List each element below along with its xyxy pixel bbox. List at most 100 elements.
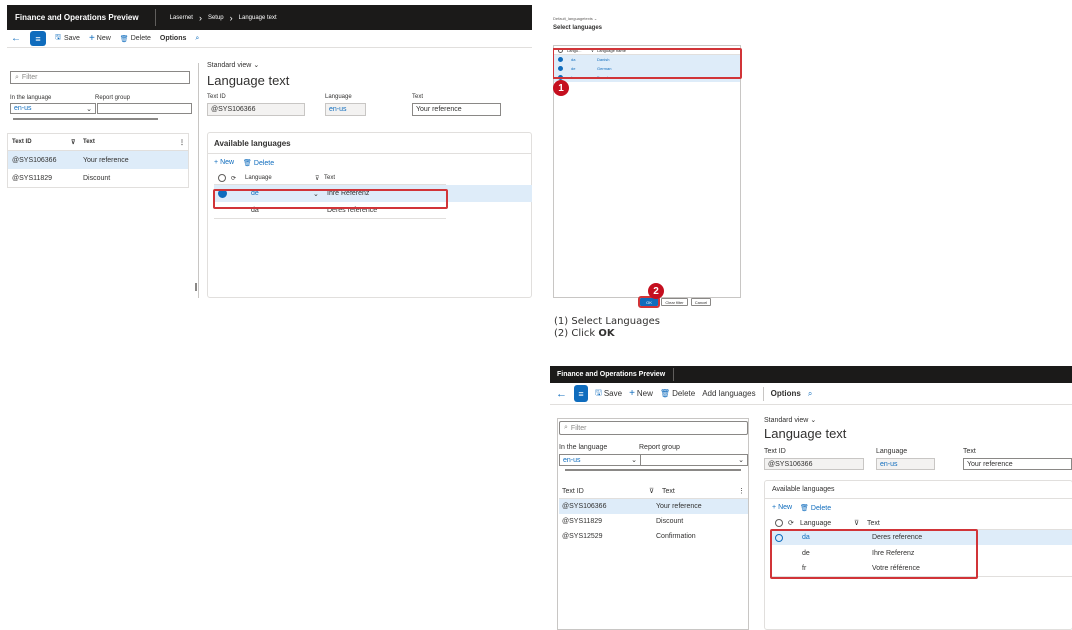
- view-selector[interactable]: Standard view ⌄: [207, 61, 259, 69]
- back-arrow-icon[interactable]: ←: [556, 388, 567, 400]
- section-divider: [208, 153, 531, 154]
- in-language-value: en-us: [563, 456, 581, 464]
- dialog-subtitle-text: Default_languagetexts: [553, 16, 593, 21]
- report-group-select[interactable]: ⌄: [640, 454, 748, 466]
- filter-icon[interactable]: ⊽: [649, 487, 662, 495]
- plus-icon: +: [88, 33, 95, 44]
- new-label: New: [636, 389, 653, 398]
- available-languages-section: Available languages + New 🗑 Delete ⟳ Langu…: [207, 132, 532, 298]
- details-pane: Standard view ⌄ Language text Text ID @S…: [763, 410, 1072, 630]
- caption-line-2-bold: OK: [598, 328, 615, 339]
- in-language-select[interactable]: en-us ⌄: [10, 103, 96, 114]
- delete-button[interactable]: 🗑 Delete: [120, 35, 151, 43]
- title-bar: Finance and Operations Preview: [550, 366, 1072, 383]
- plus-icon: +: [629, 388, 635, 399]
- list-item-text: Your reference: [656, 503, 702, 510]
- more-vertical-icon[interactable]: ⋮: [738, 487, 748, 495]
- save-label: Save: [63, 35, 80, 42]
- dialog-grid: Langu... ⊽ Language name da Danish de Ge…: [553, 45, 741, 298]
- save-label: Save: [603, 389, 623, 398]
- list-item[interactable]: @SYS106366 Your reference: [8, 151, 188, 169]
- step-badge-1: 1: [553, 80, 569, 96]
- list-item[interactable]: @SYS11829 Discount: [559, 514, 748, 529]
- view-name: Standard view: [764, 417, 809, 424]
- hamburger-menu-button[interactable]: ≡: [574, 385, 588, 402]
- report-group-input[interactable]: [97, 103, 192, 114]
- save-button[interactable]: 🖫 Save: [55, 33, 80, 44]
- in-language-select[interactable]: en-us ⌄: [559, 454, 641, 466]
- filter-placeholder: Filter: [570, 424, 587, 432]
- select-all-radio[interactable]: [218, 174, 226, 182]
- search-icon[interactable]: ⌕: [808, 389, 812, 399]
- text-field[interactable]: Your reference: [412, 103, 501, 116]
- language-field: en-us: [325, 103, 366, 116]
- column-header-text-id[interactable]: Text ID: [559, 488, 649, 495]
- splitter-handle[interactable]: [195, 283, 197, 291]
- filter-placeholder: Filter: [21, 74, 38, 81]
- section-new-button[interactable]: + New: [772, 504, 792, 511]
- screenshot-before: Finance and Operations Preview Lasernet …: [7, 5, 532, 298]
- options-button[interactable]: Options: [160, 35, 186, 42]
- caption-line-2-prefix: (2) Click: [554, 328, 599, 339]
- delete-button[interactable]: 🗑 Delete: [660, 389, 695, 398]
- delete-label: Delete: [130, 35, 151, 42]
- refresh-icon[interactable]: ⟳: [231, 175, 245, 182]
- list-item[interactable]: @SYS12529 Confirmation: [559, 529, 748, 544]
- ok-button[interactable]: OK: [638, 296, 660, 308]
- section-delete-button[interactable]: 🗑 Delete: [800, 504, 831, 513]
- save-button[interactable]: 🖫 Save: [595, 387, 622, 401]
- new-label: New: [96, 35, 111, 42]
- column-header-language[interactable]: Language: [245, 175, 315, 181]
- clear-filter-button[interactable]: Clear filter: [661, 298, 688, 306]
- list-item[interactable]: @SYS106366 Your reference: [559, 499, 748, 514]
- action-pane: ← ≡ 🖫 Save + New 🗑 Delete Options ⌕: [7, 30, 532, 48]
- breadcrumb-item-lasernet[interactable]: Lasernet: [170, 15, 193, 21]
- breadcrumb-item-setup[interactable]: Setup: [208, 15, 224, 21]
- add-languages-button[interactable]: Add languages: [702, 389, 755, 398]
- section-new-button[interactable]: + New: [214, 159, 234, 166]
- column-header-text[interactable]: Text: [867, 520, 880, 527]
- title-separator: [154, 9, 156, 26]
- section-new-label: New: [220, 159, 235, 166]
- column-header-text[interactable]: Text: [83, 139, 95, 145]
- filter-icon[interactable]: ⊽: [854, 519, 867, 527]
- view-selector[interactable]: Standard view ⌄: [764, 416, 816, 424]
- section-delete-button[interactable]: 🗑 Delete: [243, 159, 274, 168]
- chevron-right-icon: ›: [198, 12, 202, 23]
- search-icon[interactable]: ⌕: [195, 35, 199, 43]
- select-all-radio[interactable]: [775, 519, 783, 527]
- text-id-label: Text ID: [764, 448, 786, 455]
- delete-label: Delete: [672, 389, 696, 398]
- language-field: en-us: [876, 458, 935, 470]
- chevron-down-icon: ⌄: [253, 62, 260, 69]
- column-header-text[interactable]: Text: [324, 175, 335, 181]
- column-header-text[interactable]: Text: [662, 488, 675, 495]
- refresh-icon[interactable]: ⟳: [788, 519, 800, 527]
- text-id-field: @SYS106366: [207, 103, 305, 116]
- new-button[interactable]: + New: [629, 388, 653, 399]
- cancel-button[interactable]: Cancel: [691, 298, 711, 306]
- search-icon: ⌕: [564, 424, 568, 431]
- list-item[interactable]: @SYS11829 Discount: [8, 169, 188, 187]
- new-button[interactable]: + New: [89, 33, 111, 44]
- horizontal-scrollbar[interactable]: [13, 118, 158, 120]
- view-name: Standard view: [207, 62, 252, 69]
- filter-icon[interactable]: ⊽: [315, 175, 324, 182]
- back-arrow-icon[interactable]: ←: [11, 33, 21, 44]
- filter-input[interactable]: ⌕ Filter: [559, 421, 748, 435]
- hamburger-menu-button[interactable]: ≡: [30, 31, 46, 46]
- more-vertical-icon[interactable]: ⋮: [179, 139, 188, 146]
- filter-input[interactable]: ⌕ Filter: [10, 71, 190, 84]
- list-item-id: @SYS106366: [12, 156, 57, 164]
- column-header-language[interactable]: Language: [800, 520, 854, 527]
- options-button[interactable]: Options: [771, 389, 801, 398]
- text-id-list: Text ID ⊽ Text ⋮ @SYS106366 Your referen…: [7, 133, 189, 188]
- text-field[interactable]: Your reference: [963, 458, 1072, 470]
- report-group-label: Report group: [639, 444, 680, 451]
- horizontal-scrollbar[interactable]: [565, 469, 741, 471]
- filter-icon[interactable]: ⊽: [71, 139, 83, 146]
- column-header-text-id[interactable]: Text ID: [8, 139, 71, 145]
- section-divider: [765, 498, 1072, 499]
- select-languages-dialog: Default_languagetexts ⌄ Select languages…: [553, 8, 743, 310]
- breadcrumb-item-language-text[interactable]: Language text: [239, 15, 277, 21]
